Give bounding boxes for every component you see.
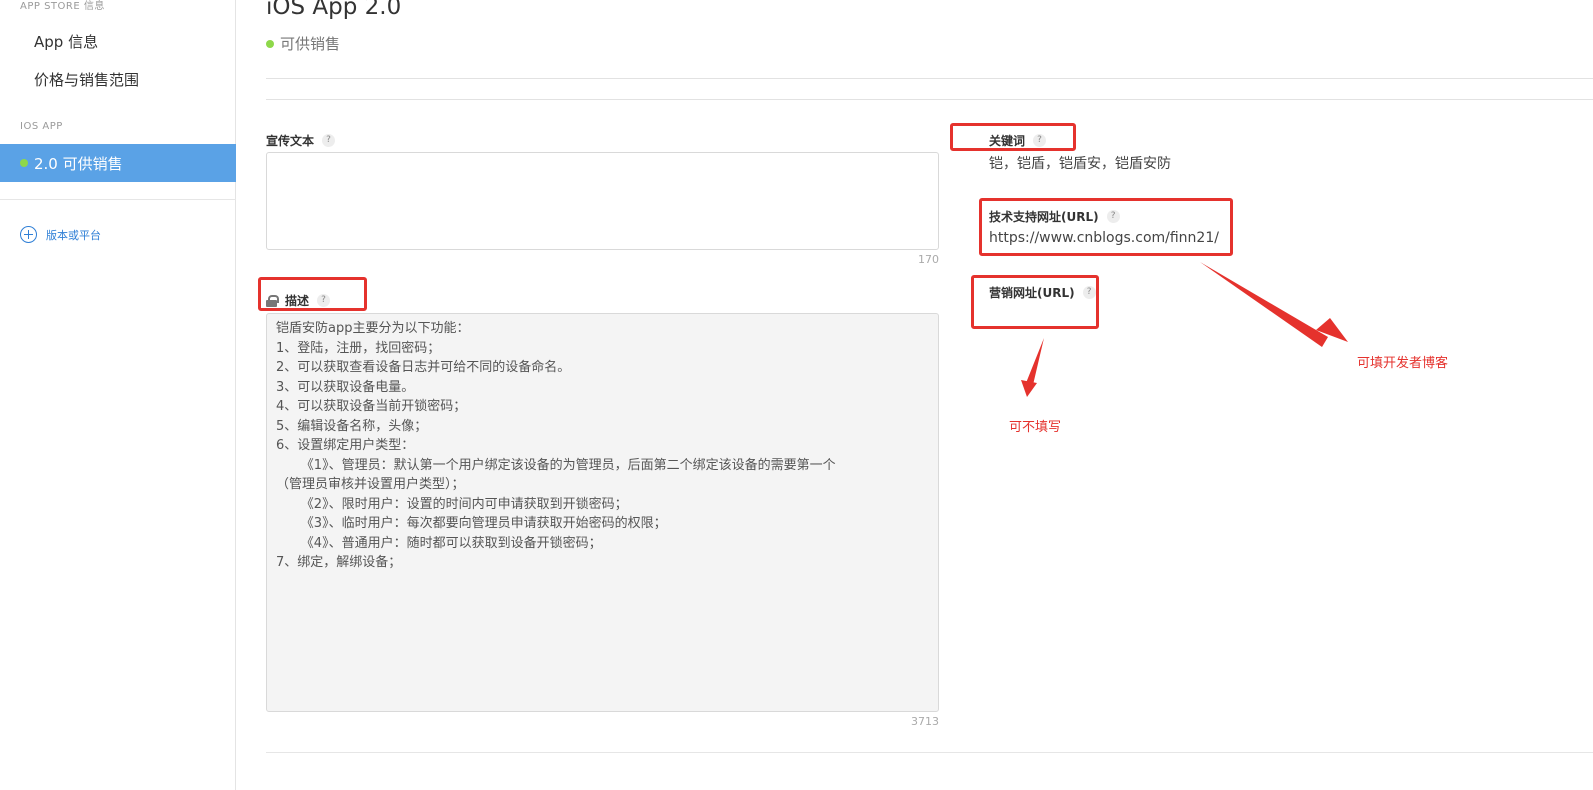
annotation-note-optional: 可不填写 [1009, 420, 1062, 435]
arrow-shaft-blog [1200, 262, 1328, 347]
arrow-icon [1021, 262, 1348, 397]
annotation-arrows [1021, 262, 1348, 397]
arrowhead-optional [1021, 380, 1037, 397]
arrow-shaft-optional [1026, 338, 1044, 385]
annotation-note-blog: 可填开发者博客 [1357, 356, 1449, 371]
